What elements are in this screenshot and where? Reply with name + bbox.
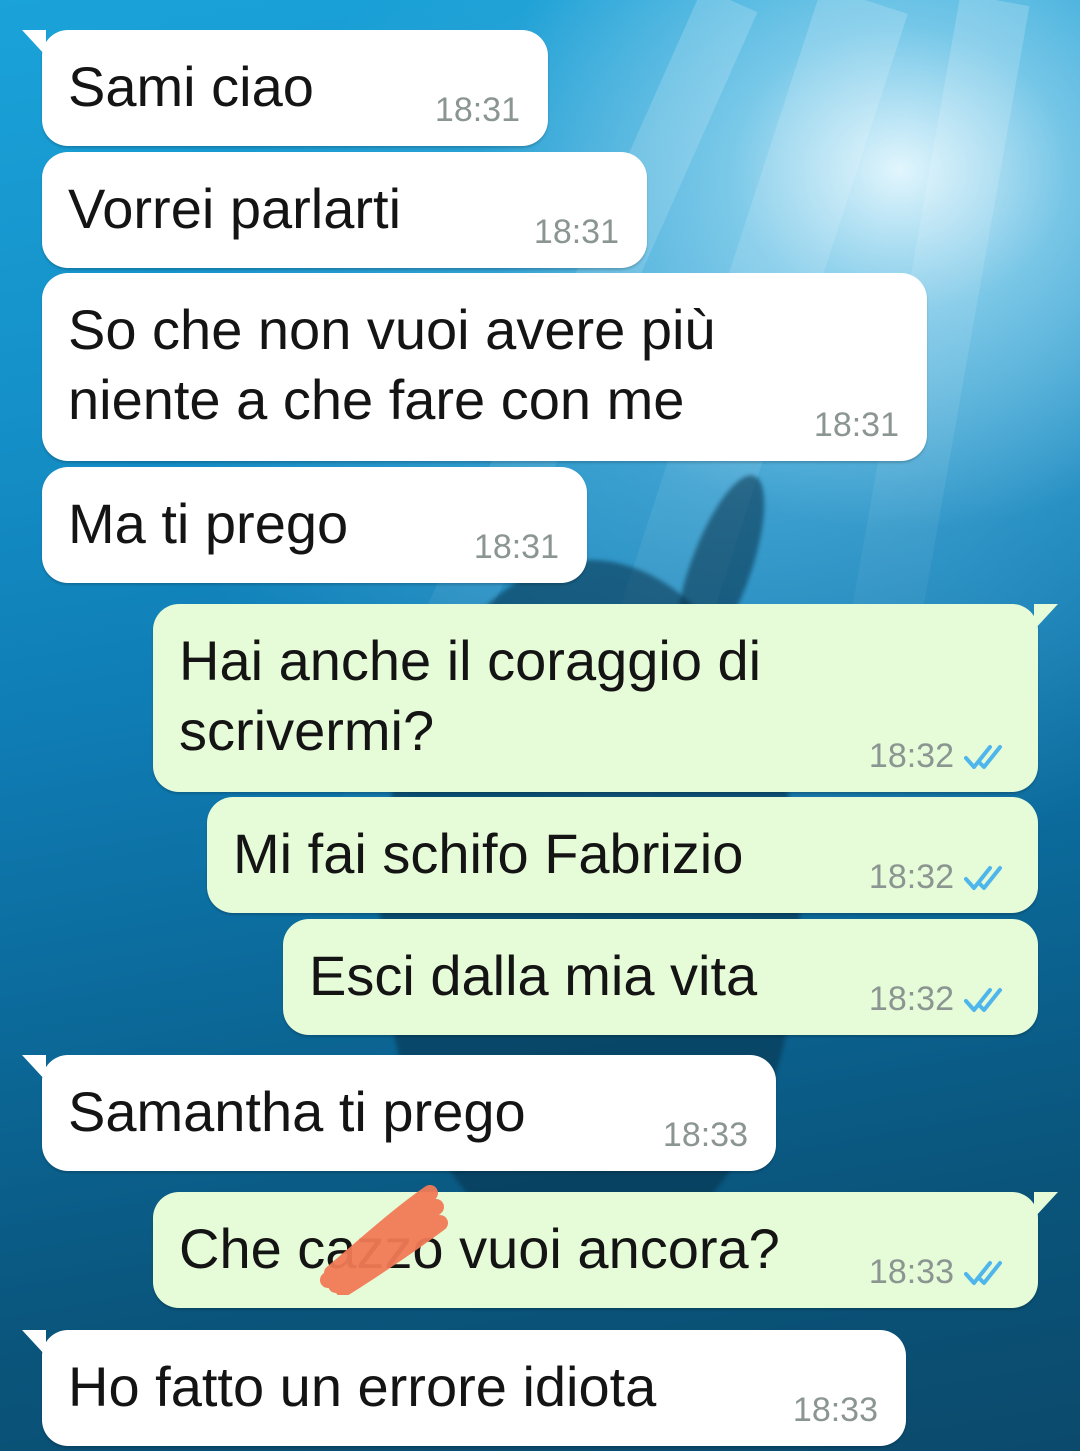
read-receipt-icon [964, 742, 1010, 772]
message-time: 18:33 [868, 1253, 954, 1291]
bubble-tail [22, 30, 46, 56]
message-time: 18:31 [813, 406, 899, 444]
message-text: So che non vuoi avere più niente a che f… [68, 298, 716, 431]
message-time: 18:32 [868, 858, 954, 896]
message-list[interactable]: Sami ciao 18:31 Vorrei parlarti 18:31 So… [0, 0, 1080, 1451]
message-bubble-incoming[interactable]: Ma ti prego 18:31 [42, 467, 587, 583]
message-bubble-outgoing[interactable]: Che cazzo vuoi ancora? 18:33 [153, 1192, 1058, 1308]
read-receipt-icon [964, 1258, 1010, 1288]
message-time: 18:33 [792, 1391, 878, 1429]
bubble-tail [22, 1330, 46, 1356]
bubble-tail [1034, 604, 1058, 630]
read-receipt-icon [964, 985, 1010, 1015]
message-time: 18:31 [473, 528, 559, 566]
message-bubble-incoming[interactable]: Sami ciao 18:31 [22, 30, 548, 146]
read-receipt-icon [964, 863, 1010, 893]
message-time: 18:32 [868, 737, 954, 775]
bubble-tail [22, 1055, 46, 1081]
message-time: 18:32 [868, 980, 954, 1018]
message-bubble-incoming[interactable]: So che non vuoi avere più niente a che f… [42, 273, 927, 461]
message-bubble-outgoing[interactable]: Esci dalla mia vita 18:32 [283, 919, 1038, 1035]
message-bubble-incoming[interactable]: Samantha ti prego 18:33 [22, 1055, 776, 1171]
message-bubble-outgoing[interactable]: Mi fai schifo Fabrizio 18:32 [207, 797, 1038, 913]
message-text: Ho fatto un errore idiota [68, 1355, 657, 1418]
message-bubble-incoming[interactable]: Ho fatto un errore idiota 18:33 [22, 1330, 906, 1446]
message-text: Samantha ti prego [68, 1080, 526, 1143]
message-time: 18:31 [434, 91, 520, 129]
message-time: 18:33 [662, 1116, 748, 1154]
message-bubble-incoming[interactable]: Vorrei parlarti 18:31 [42, 152, 647, 268]
bubble-tail [1034, 1192, 1058, 1218]
message-bubble-outgoing[interactable]: Hai anche il coraggio di scrivermi? 18:3… [153, 604, 1058, 792]
message-time: 18:31 [533, 213, 619, 251]
